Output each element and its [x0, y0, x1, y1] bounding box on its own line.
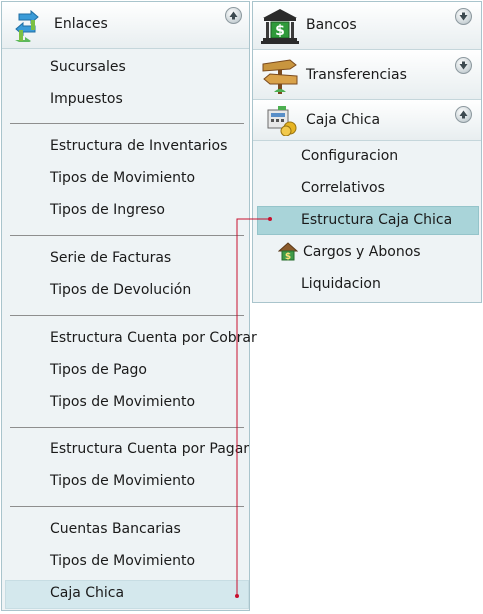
expand-down-icon[interactable]	[455, 8, 472, 25]
enlaces-title: Enlaces	[54, 16, 108, 32]
divider	[10, 315, 244, 316]
selected-row-highlight	[5, 580, 249, 609]
cash-register-icon	[266, 104, 298, 140]
menu-item-impuestos[interactable]: Impuestos	[50, 91, 123, 107]
bank-icon: $	[260, 6, 300, 50]
enlaces-panel: Enlaces Sucursales Impuestos Estructura …	[1, 1, 257, 611]
menu-item-serie-facturas[interactable]: Serie de Facturas	[50, 250, 171, 266]
menu-item-tipos-movimiento[interactable]: Tipos de Movimiento	[50, 473, 195, 489]
transferencias-title: Transferencias	[306, 67, 407, 83]
svg-text:$: $	[275, 23, 285, 39]
menu-item-liquidacion[interactable]: Liquidacion	[301, 276, 381, 292]
menu-item-estructura-caja-chica[interactable]: Estructura Caja Chica	[301, 212, 452, 228]
menu-item-estructura-cxc[interactable]: Estructura Cuenta por Cobrar	[50, 330, 257, 346]
right-panel: $ Bancos Transferencias Caja Chica Confi…	[252, 1, 482, 303]
divider	[10, 427, 244, 428]
collapse-up-icon[interactable]	[455, 106, 472, 123]
menu-item-tipos-ingreso[interactable]: Tipos de Ingreso	[50, 202, 165, 218]
menu-item-estructura-inventarios[interactable]: Estructura de Inventarios	[50, 138, 227, 154]
menu-item-estructura-cxp[interactable]: Estructura Cuenta por Pagar	[50, 441, 249, 457]
svg-text:$: $	[285, 252, 291, 262]
signpost-icon	[260, 56, 300, 100]
menu-item-cargos-abonos[interactable]: Cargos y Abonos	[303, 244, 421, 260]
money-house-icon: $	[277, 242, 299, 266]
bancos-title: Bancos	[306, 17, 357, 33]
menu-item-caja-chica[interactable]: Caja Chica	[50, 585, 124, 601]
screen: Enlaces Sucursales Impuestos Estructura …	[0, 0, 483, 614]
menu-item-tipos-devolucion[interactable]: Tipos de Devolución	[50, 282, 191, 298]
divider	[10, 506, 244, 507]
menu-item-tipos-movimiento[interactable]: Tipos de Movimiento	[50, 394, 195, 410]
caja-chica-title: Caja Chica	[306, 112, 381, 128]
menu-item-configuracion[interactable]: Configuracion	[301, 148, 398, 164]
menu-item-tipos-pago[interactable]: Tipos de Pago	[50, 362, 147, 378]
bancos-section-header[interactable]: $ Bancos	[253, 2, 481, 50]
menu-item-sucursales[interactable]: Sucursales	[50, 59, 126, 75]
divider	[10, 123, 244, 124]
divider	[10, 235, 244, 236]
caja-chica-section-header[interactable]: Caja Chica	[253, 100, 481, 141]
collapse-up-icon[interactable]	[225, 7, 242, 24]
arrows-icon	[11, 9, 43, 45]
expand-down-icon[interactable]	[455, 57, 472, 74]
enlaces-panel-header[interactable]: Enlaces	[2, 2, 249, 49]
menu-item-tipos-movimiento[interactable]: Tipos de Movimiento	[50, 553, 195, 569]
menu-item-correlativos[interactable]: Correlativos	[301, 180, 385, 196]
menu-item-cuentas-bancarias[interactable]: Cuentas Bancarias	[50, 521, 181, 537]
transferencias-section-header[interactable]: Transferencias	[253, 50, 481, 100]
menu-item-tipos-movimiento[interactable]: Tipos de Movimiento	[50, 170, 195, 186]
